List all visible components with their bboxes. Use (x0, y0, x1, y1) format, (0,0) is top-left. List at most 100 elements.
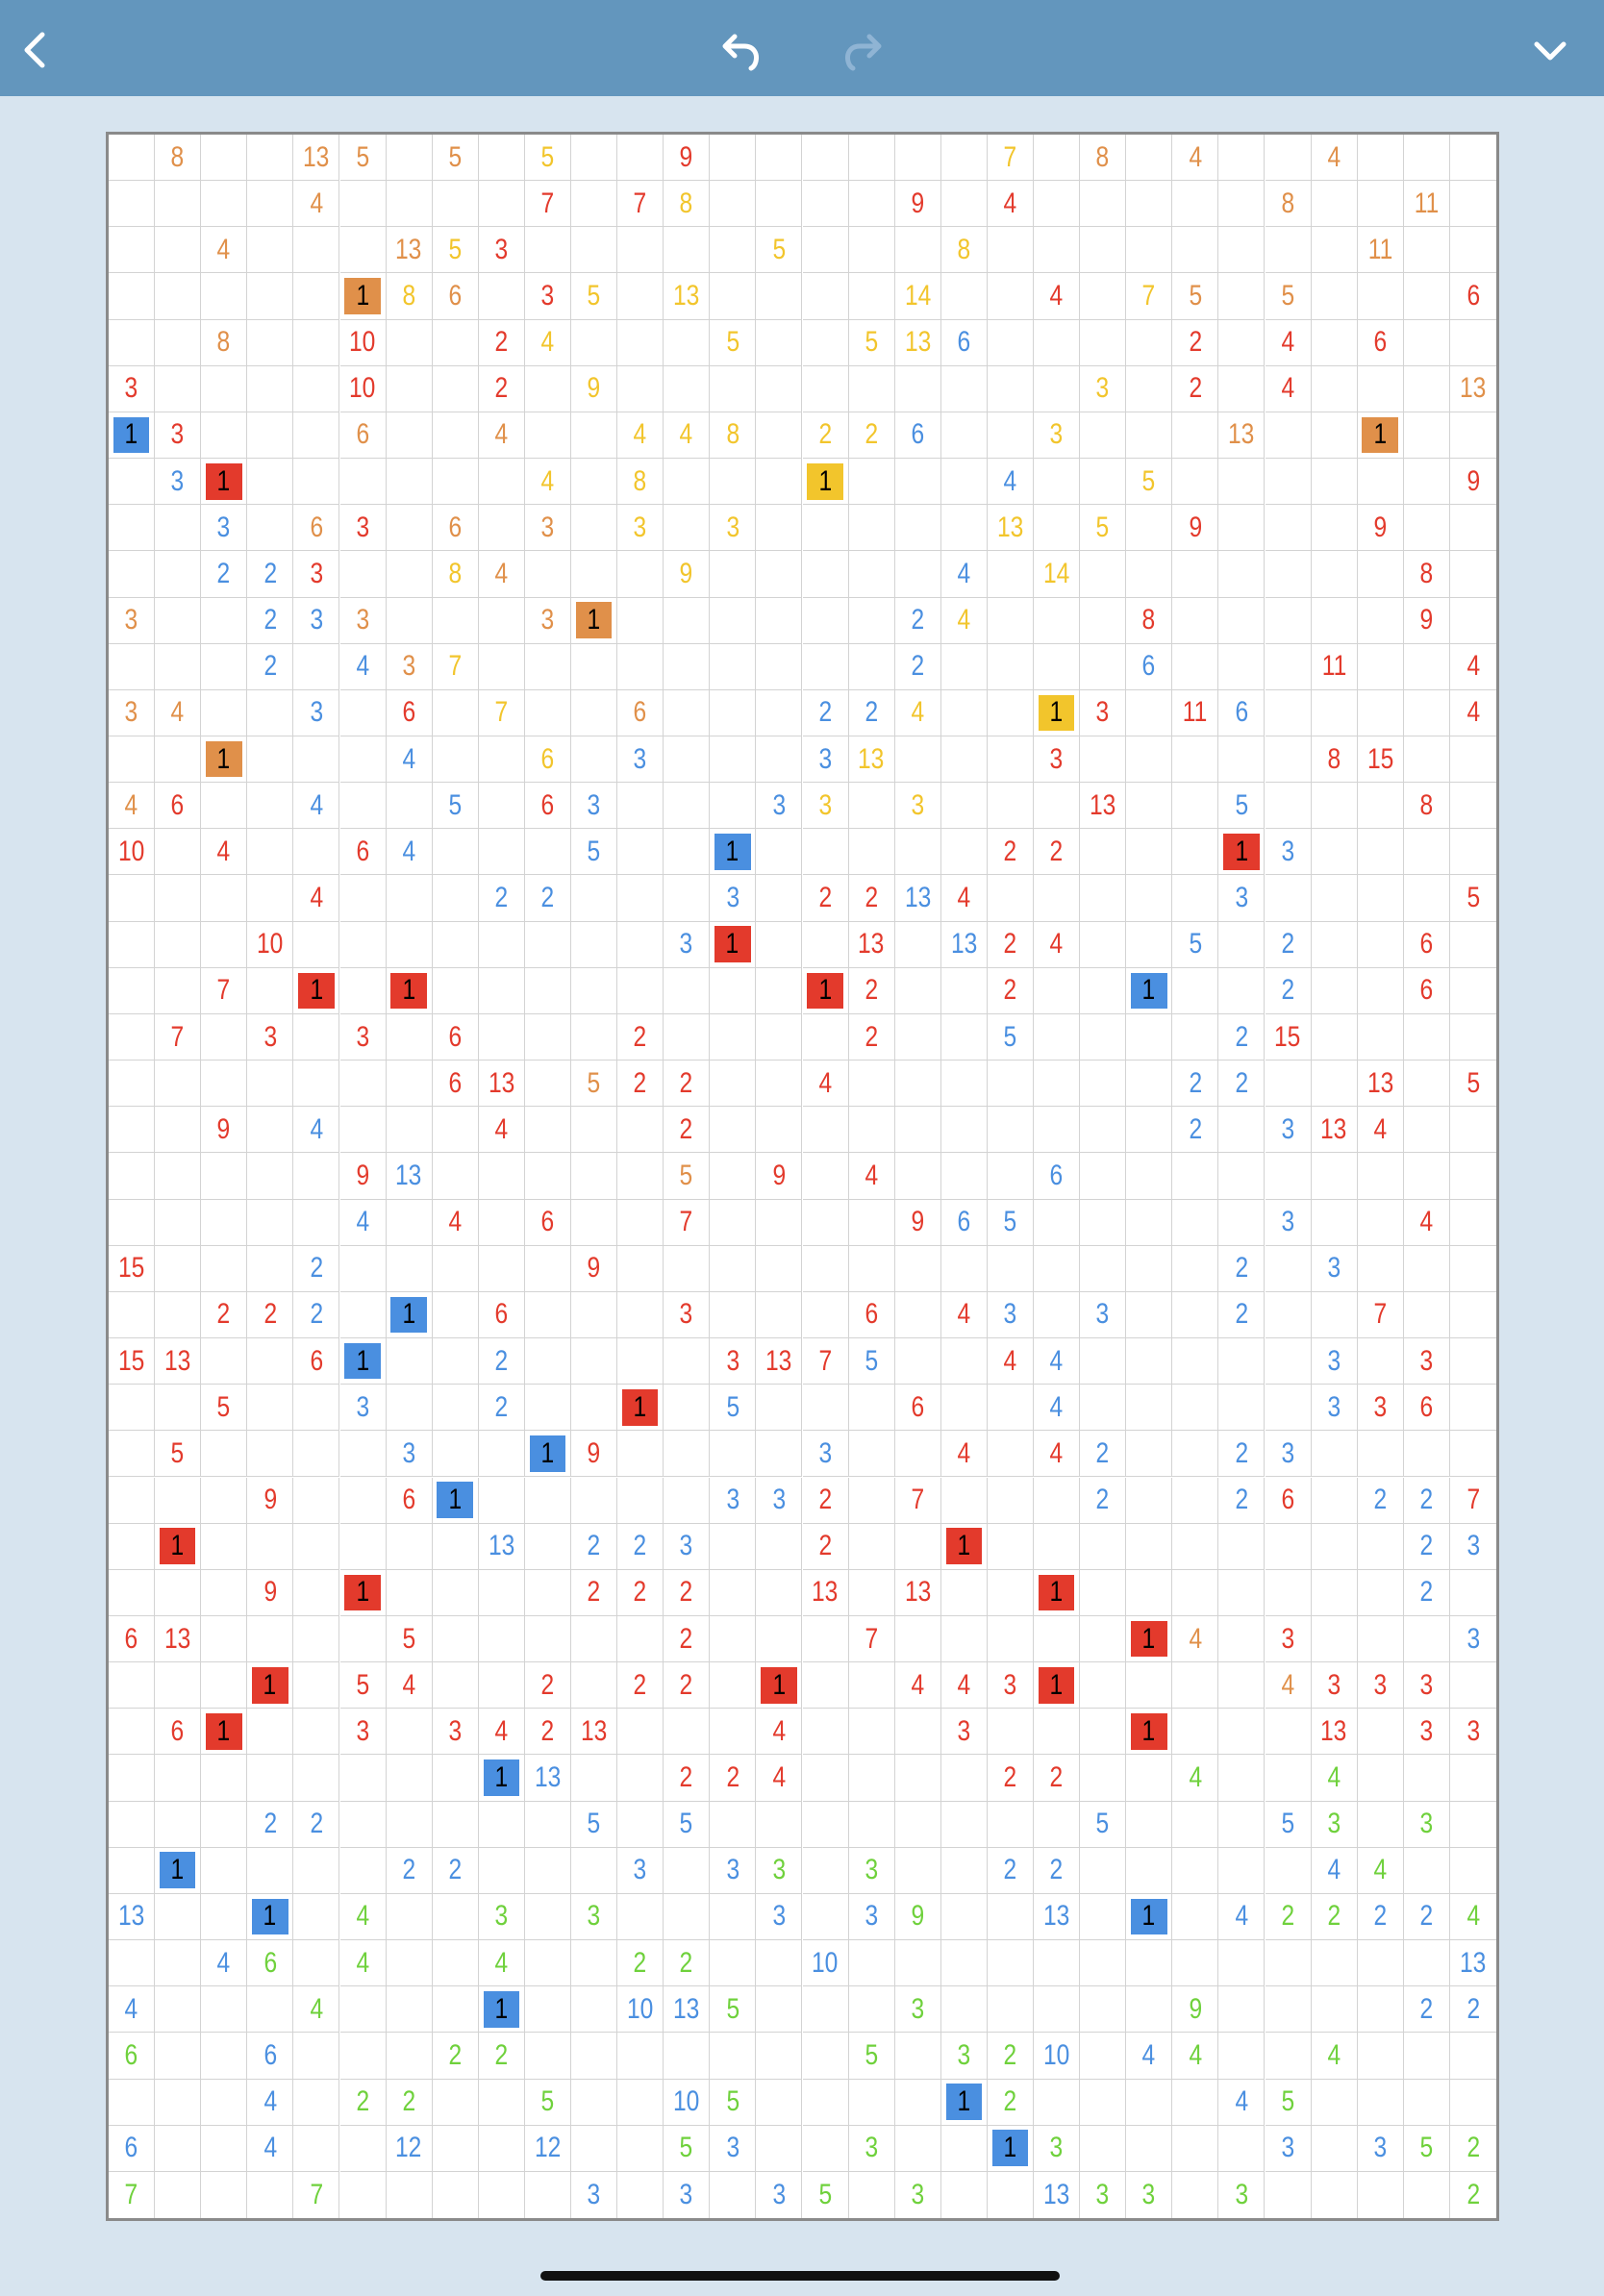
clue-cell[interactable]: 4 (386, 1662, 433, 1710)
grid-cell[interactable] (1126, 921, 1173, 968)
clue-cell[interactable]: 3 (802, 1431, 849, 1478)
grid-cell[interactable] (109, 1755, 156, 1802)
grid-cell[interactable] (386, 319, 433, 366)
clue-cell[interactable]: 4 (1265, 365, 1312, 412)
grid-cell[interactable] (756, 365, 803, 412)
grid-cell[interactable] (571, 1940, 618, 1987)
clue-cell[interactable]: 3 (1403, 1709, 1450, 1756)
clue-cell[interactable]: 3 (1357, 2125, 1404, 2172)
grid-cell[interactable] (1034, 1615, 1081, 1663)
grid-cell[interactable] (1080, 1385, 1127, 1432)
grid-cell[interactable] (1218, 319, 1266, 366)
clue-cell[interactable]: 13 (940, 921, 988, 968)
grid-cell[interactable] (109, 643, 156, 690)
grid-cell[interactable] (756, 597, 803, 644)
grid-cell[interactable] (1172, 1385, 1219, 1432)
clue-cell[interactable]: 8 (710, 412, 757, 460)
clue-cell[interactable]: 3 (247, 1013, 294, 1061)
grid-cell[interactable] (987, 1893, 1034, 1941)
clue-cell[interactable]: 4 (109, 783, 156, 830)
clue-cell[interactable]: 3 (155, 459, 202, 506)
grid-cell[interactable] (987, 1385, 1034, 1432)
clue-cell[interactable]: 2 (664, 1061, 711, 1108)
grid-cell[interactable] (1080, 1615, 1127, 1663)
grid-cell[interactable] (155, 1477, 202, 1524)
grid-cell[interactable] (1172, 1801, 1219, 1848)
clue-cell[interactable]: 6 (386, 1477, 433, 1524)
grid-cell[interactable] (664, 1013, 711, 1061)
grid-cell[interactable] (710, 597, 757, 644)
clue-cell[interactable]: 4 (247, 2079, 294, 2126)
grid-cell[interactable] (802, 2125, 849, 2172)
grid-cell[interactable] (1126, 505, 1173, 552)
grid-cell[interactable] (894, 1847, 941, 1894)
grid-cell[interactable] (109, 1013, 156, 1061)
grid-cell[interactable] (1311, 1986, 1358, 2034)
filled-cell[interactable]: 1 (155, 1847, 202, 1894)
grid-cell[interactable] (1311, 273, 1358, 320)
clue-cell[interactable]: 6 (1403, 1385, 1450, 1432)
grid-cell[interactable] (848, 1199, 895, 1246)
grid-cell[interactable] (848, 1801, 895, 1848)
filled-cell[interactable]: 1 (478, 1755, 525, 1802)
grid-cell[interactable] (940, 1986, 988, 2034)
grid-cell[interactable] (247, 135, 294, 182)
grid-cell[interactable] (109, 1291, 156, 1339)
grid-cell[interactable] (1126, 1199, 1173, 1246)
clue-cell[interactable]: 5 (571, 829, 618, 876)
grid-cell[interactable] (571, 181, 618, 228)
grid-cell[interactable] (848, 1986, 895, 2034)
grid-cell[interactable] (478, 1847, 525, 1894)
clue-cell[interactable]: 2 (386, 1847, 433, 1894)
grid-cell[interactable] (1218, 1569, 1266, 1616)
grid-cell[interactable] (1126, 227, 1173, 274)
clue-cell[interactable]: 5 (1265, 2079, 1312, 2126)
grid-cell[interactable] (109, 1940, 156, 1987)
grid-cell[interactable] (940, 643, 988, 690)
grid-cell[interactable] (478, 1199, 525, 1246)
clue-cell[interactable]: 4 (1449, 690, 1496, 736)
grid-cell[interactable] (756, 1061, 803, 1108)
clue-cell[interactable]: 3 (293, 597, 340, 644)
clue-cell[interactable]: 4 (1449, 1894, 1496, 1941)
clue-cell[interactable]: 6 (339, 829, 387, 876)
clue-cell[interactable]: 8 (1311, 736, 1358, 784)
grid-cell[interactable] (987, 227, 1034, 274)
grid-cell[interactable] (1311, 1061, 1358, 1108)
grid-cell[interactable] (1357, 689, 1404, 736)
grid-cell[interactable] (1449, 1014, 1496, 1061)
grid-cell[interactable] (1311, 2125, 1358, 2172)
grid-cell[interactable] (1080, 227, 1127, 274)
clue-cell[interactable]: 13 (109, 1893, 156, 1941)
grid-cell[interactable] (664, 2033, 711, 2080)
clue-cell[interactable]: 4 (293, 783, 340, 830)
grid-cell[interactable] (1403, 1013, 1450, 1061)
grid-cell[interactable] (802, 1153, 849, 1200)
grid-cell[interactable] (894, 1153, 941, 1200)
grid-cell[interactable] (848, 1940, 895, 1987)
grid-cell[interactable] (386, 1940, 433, 1987)
grid-cell[interactable] (756, 967, 803, 1014)
grid-cell[interactable] (524, 1986, 571, 2034)
clue-cell[interactable]: 4 (940, 597, 988, 644)
clue-cell[interactable]: 2 (247, 643, 294, 690)
clue-cell[interactable]: 5 (571, 1801, 618, 1848)
clue-cell[interactable]: 6 (478, 1291, 525, 1339)
grid-cell[interactable] (894, 135, 941, 182)
clue-cell[interactable]: 2 (571, 1569, 618, 1616)
grid-cell[interactable] (664, 1709, 711, 1756)
grid-cell[interactable] (293, 921, 340, 968)
clue-cell[interactable]: 3 (1265, 2125, 1312, 2172)
grid-cell[interactable] (1403, 1107, 1450, 1154)
clue-cell[interactable]: 13 (987, 505, 1034, 552)
grid-cell[interactable] (1172, 1940, 1219, 1987)
grid-cell[interactable] (339, 1477, 387, 1524)
grid-cell[interactable] (617, 967, 664, 1014)
grid-cell[interactable] (710, 783, 757, 830)
grid-cell[interactable] (571, 1338, 618, 1385)
grid-cell[interactable] (201, 1013, 248, 1061)
grid-cell[interactable] (1449, 1570, 1496, 1616)
grid-cell[interactable] (432, 412, 479, 460)
grid-cell[interactable] (756, 1107, 803, 1154)
grid-cell[interactable] (1126, 2125, 1173, 2172)
